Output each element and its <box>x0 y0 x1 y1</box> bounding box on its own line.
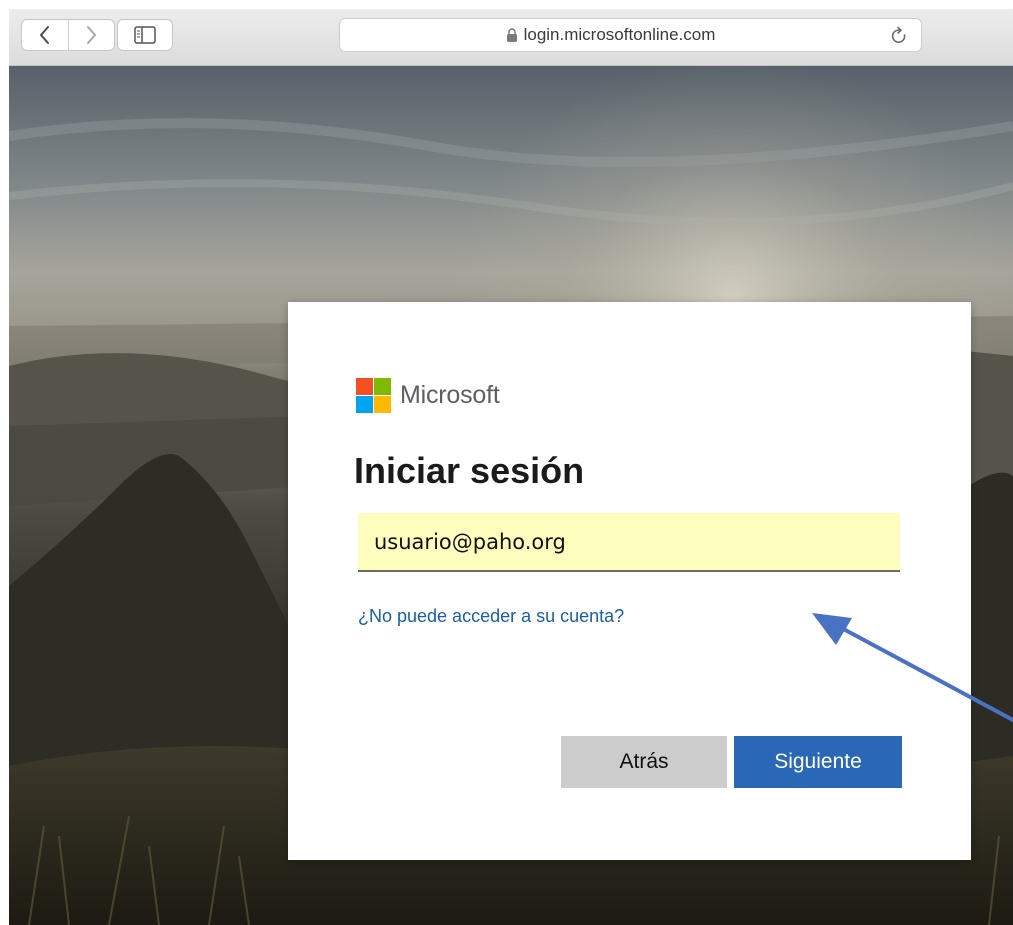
logo-square-yellow <box>374 396 391 413</box>
brand-name: Microsoft <box>400 381 500 409</box>
navigation-buttons <box>21 19 115 51</box>
forward-button[interactable] <box>67 20 115 50</box>
chevron-right-icon <box>87 26 97 44</box>
logo-square-blue <box>356 396 373 413</box>
address-content: login.microsoftonline.com <box>340 19 881 51</box>
sidebar-button[interactable] <box>117 19 173 51</box>
reload-icon <box>891 26 906 43</box>
login-card: Microsoft Iniciar sesión ¿No puede acced… <box>288 302 971 860</box>
browser-toolbar: login.microsoftonline.com <box>9 9 1013 66</box>
logo-square-green <box>374 378 391 395</box>
page-title: Iniciar sesión <box>354 450 585 491</box>
next-button[interactable]: Siguiente <box>734 736 902 788</box>
browser-window: login.microsoftonline.com Microsoft Inic… <box>9 9 1013 925</box>
back-button[interactable] <box>22 20 68 50</box>
microsoft-logo: Microsoft <box>356 378 500 413</box>
email-field[interactable] <box>358 513 900 572</box>
address-bar[interactable]: login.microsoftonline.com <box>339 18 922 52</box>
reload-button[interactable] <box>887 24 911 48</box>
logo-square-red <box>356 378 373 395</box>
sidebar-icon <box>134 26 156 44</box>
cant-access-account-link[interactable]: ¿No puede acceder a su cuenta? <box>358 606 624 627</box>
lock-icon <box>506 27 517 42</box>
url-text: login.microsoftonline.com <box>523 25 716 44</box>
microsoft-logo-icon <box>356 378 391 413</box>
back-button-form[interactable]: Atrás <box>561 736 727 788</box>
chevron-left-icon <box>39 26 49 44</box>
